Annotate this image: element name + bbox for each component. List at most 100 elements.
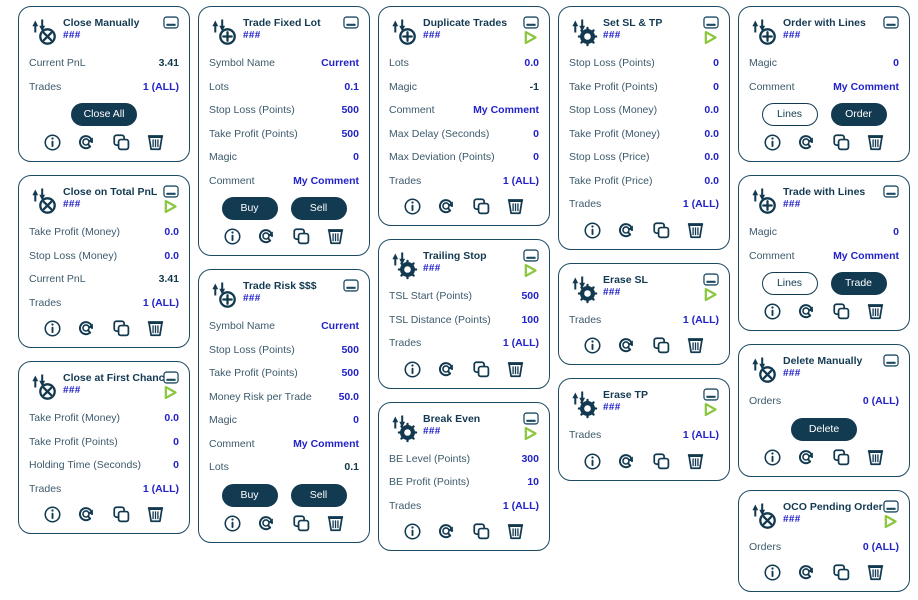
play-icon[interactable] [522,263,539,278]
row-value[interactable]: 0 [893,221,899,245]
info-icon[interactable] [43,319,62,338]
row-value[interactable]: 50.0 [339,386,359,410]
row-value[interactable]: 0 [893,52,899,76]
buy-button[interactable]: Buy [221,197,278,220]
minimize-icon[interactable] [703,272,719,286]
info-icon[interactable] [763,302,782,321]
row-value[interactable]: 0 [353,409,359,433]
row-value[interactable]: 500 [341,99,359,123]
minimize-icon[interactable] [883,354,899,367]
trash-icon[interactable] [866,133,885,152]
row-value[interactable]: 0 (ALL) [863,536,899,560]
play-icon[interactable] [162,385,179,400]
copy-icon[interactable] [652,221,671,240]
play-icon[interactable] [882,514,899,529]
copy-icon[interactable] [472,360,491,379]
row-value[interactable]: 1 (ALL) [503,495,539,519]
row-value[interactable]: 500 [341,339,359,363]
info-icon[interactable] [43,133,62,152]
row-value[interactable]: 500 [521,285,539,309]
minimize-icon[interactable] [703,388,719,401]
refresh-icon[interactable] [617,336,636,355]
sell-button[interactable]: Sell [290,483,347,507]
row-value[interactable]: Current [321,315,359,339]
play-icon[interactable] [702,402,719,417]
minimize-icon[interactable] [883,499,899,513]
row-value[interactable]: 0 [533,123,539,147]
refresh-icon[interactable] [77,133,96,152]
row-value[interactable]: 0.0 [164,221,179,245]
refresh-icon[interactable] [77,505,96,524]
refresh-icon[interactable] [77,319,96,338]
copy-icon[interactable] [112,319,131,338]
copy-icon[interactable] [832,302,851,321]
trash-icon[interactable] [866,563,885,582]
row-value[interactable]: 0 (ALL) [863,390,899,414]
row-value[interactable]: -1 [530,76,539,100]
row-value[interactable]: 1 (ALL) [503,332,539,356]
row-value[interactable]: 0.1 [344,456,359,480]
play-icon[interactable] [702,30,719,45]
copy-icon[interactable] [832,133,851,152]
minimize-icon[interactable] [343,279,359,292]
info-icon[interactable] [763,448,782,467]
row-value[interactable]: 3.41 [159,268,179,292]
row-value[interactable]: 0.1 [344,76,359,100]
refresh-icon[interactable] [617,452,636,471]
copy-icon[interactable] [472,197,491,216]
refresh-icon[interactable] [797,302,816,321]
minimize-icon[interactable] [163,185,179,198]
row-value[interactable]: My Comment [293,170,359,194]
minimize-icon[interactable] [523,411,539,425]
copy-icon[interactable] [292,514,311,533]
info-icon[interactable] [583,336,602,355]
trash-icon[interactable] [506,522,525,541]
info-icon[interactable] [763,563,782,582]
row-value[interactable]: 0.0 [164,407,179,431]
row-value[interactable]: 1 (ALL) [683,193,719,217]
info-icon[interactable] [403,197,422,216]
play-icon[interactable] [522,30,539,45]
refresh-icon[interactable] [797,563,816,582]
row-value[interactable]: 0.0 [704,146,719,170]
info-icon[interactable] [43,505,62,524]
copy-icon[interactable] [652,452,671,471]
order-button[interactable]: Order [830,103,887,126]
info-icon[interactable] [403,360,422,379]
sell-button[interactable]: Sell [290,197,347,220]
copy-icon[interactable] [112,505,131,524]
row-value[interactable]: 0 [173,454,179,478]
row-value[interactable]: My Comment [293,433,359,457]
row-value[interactable]: 1 (ALL) [143,478,179,502]
row-value[interactable]: Current [321,52,359,76]
play-icon[interactable] [702,287,719,302]
info-icon[interactable] [583,452,602,471]
trash-icon[interactable] [326,514,345,533]
row-value[interactable]: 0.0 [704,99,719,123]
copy-icon[interactable] [832,563,851,582]
row-value[interactable]: 0 [713,52,719,76]
trash-icon[interactable] [866,448,885,467]
info-icon[interactable] [583,221,602,240]
row-value[interactable]: 100 [521,309,539,333]
minimize-icon[interactable] [523,16,539,29]
trash-icon[interactable] [686,452,705,471]
row-value[interactable]: 3.41 [159,52,179,76]
copy-icon[interactable] [112,133,131,152]
row-value[interactable]: 0.0 [524,52,539,76]
refresh-icon[interactable] [437,197,456,216]
row-value[interactable]: 1 (ALL) [683,424,719,448]
refresh-icon[interactable] [437,522,456,541]
play-icon[interactable] [522,426,539,441]
row-value[interactable]: 1 (ALL) [503,170,539,194]
row-value[interactable]: 500 [341,123,359,147]
row-value[interactable]: 0 [533,146,539,170]
refresh-icon[interactable] [257,227,276,246]
copy-icon[interactable] [472,522,491,541]
trash-icon[interactable] [506,360,525,379]
refresh-icon[interactable] [797,133,816,152]
row-value[interactable]: My Comment [833,245,899,269]
delete-button[interactable]: Delete [791,417,857,441]
trash-icon[interactable] [686,221,705,240]
row-value[interactable]: 1 (ALL) [143,292,179,316]
